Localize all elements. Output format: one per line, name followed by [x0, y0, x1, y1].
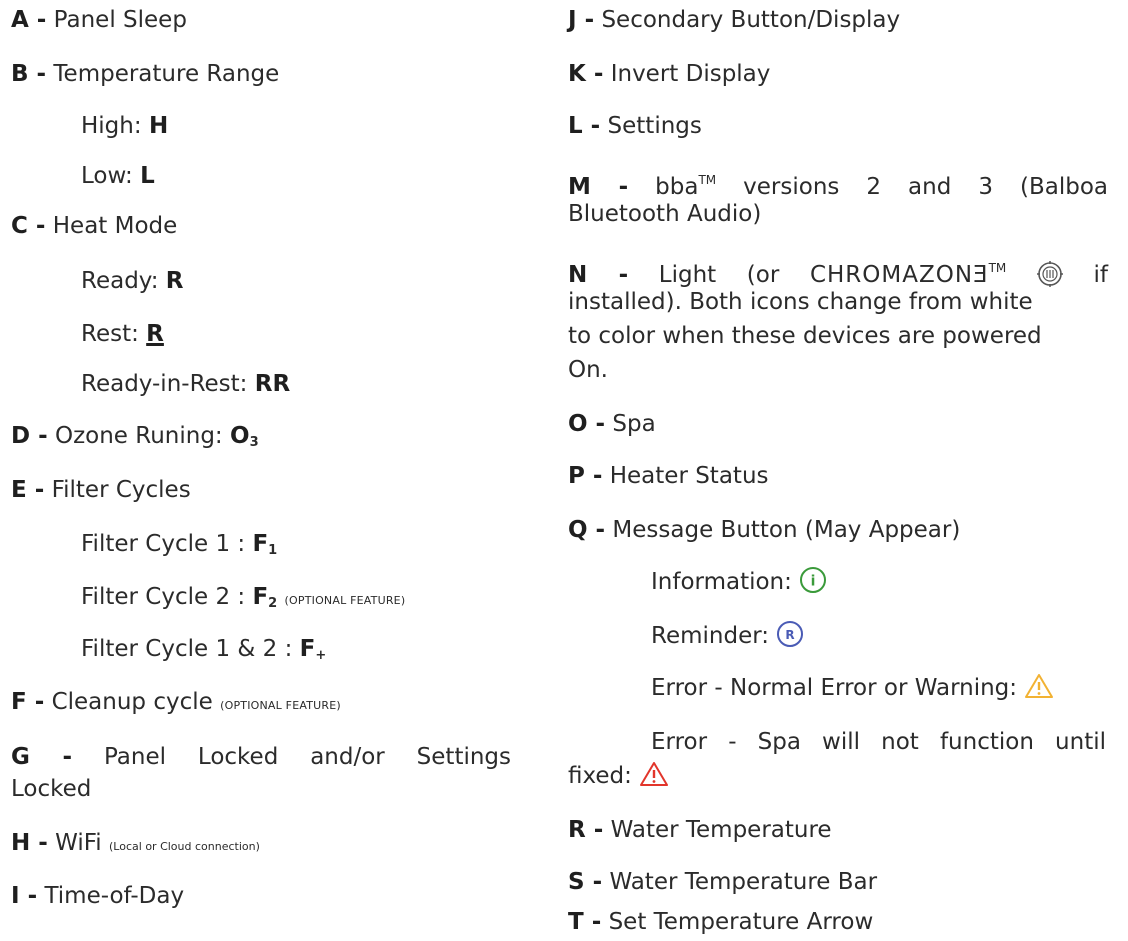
item-a: A - Panel Sleep: [11, 7, 187, 33]
item-q-reminder: Reminder: R: [651, 620, 1116, 657]
rest-mode-symbol: R: [146, 321, 164, 347]
item-e: E - Filter Cycles: [11, 477, 191, 503]
item-q-error-critical-line2: fixed:: [568, 760, 1116, 797]
item-k: K - Invert Display: [568, 61, 771, 87]
reminder-icon: R: [776, 620, 804, 657]
info-icon: i: [799, 566, 827, 603]
item-e-f1: Filter Cycle 1 : F1: [81, 531, 278, 558]
item-b-high: High: H: [81, 113, 169, 139]
item-q-error-critical: Error - Spa will not function until: [651, 729, 1106, 755]
item-b-low: Low: L: [81, 163, 155, 189]
item-g-line2: Locked: [11, 776, 92, 802]
item-t: T - Set Temperature Arrow: [568, 909, 874, 935]
item-b: B - Temperature Range: [11, 61, 280, 87]
item-q-info: Information: i: [651, 566, 1116, 603]
item-c-ready: Ready: R: [81, 268, 184, 294]
item-n-line4: On.: [568, 357, 608, 383]
item-o: O - Spa: [568, 411, 656, 437]
item-n-line2: installed). Both icons change from white: [568, 289, 1033, 315]
item-c-ready-in-rest: Ready-in-Rest: RR: [81, 371, 291, 397]
item-p: P - Heater Status: [568, 463, 769, 489]
item-q: Q - Message Button (May Appear): [568, 517, 961, 543]
item-g: G - Panel Locked and/or Settings: [11, 744, 512, 770]
item-q-error-normal: Error - Normal Error or Warning:: [651, 672, 1116, 709]
item-e-f2: Filter Cycle 2 : F2 (OPTIONAL FEATURE): [81, 584, 406, 611]
item-h: H - WiFi (Local or Cloud connection): [11, 830, 260, 856]
svg-text:R: R: [786, 628, 795, 642]
svg-text:i: i: [811, 574, 816, 590]
item-i: I - Time-of-Day: [11, 883, 185, 909]
item-m-line2: Bluetooth Audio): [568, 201, 762, 227]
item-c: C - Heat Mode: [11, 213, 178, 239]
error-icon: [639, 760, 669, 797]
item-n-line3: to color when these devices are powered: [568, 323, 1042, 349]
item-e-f12: Filter Cycle 1 & 2 : F+: [81, 636, 327, 663]
item-r: R - Water Temperature: [568, 817, 832, 843]
item-f: F - Cleanup cycle (OPTIONAL FEATURE): [11, 689, 341, 715]
item-s: S - Water Temperature Bar: [568, 869, 878, 895]
item-l: L - Settings: [568, 113, 702, 139]
item-c-rest: Rest: R: [81, 321, 164, 347]
item-d: D - Ozone Runing: O3: [11, 423, 259, 450]
warning-icon: [1024, 672, 1054, 709]
item-j: J - Secondary Button/Display: [568, 7, 901, 33]
